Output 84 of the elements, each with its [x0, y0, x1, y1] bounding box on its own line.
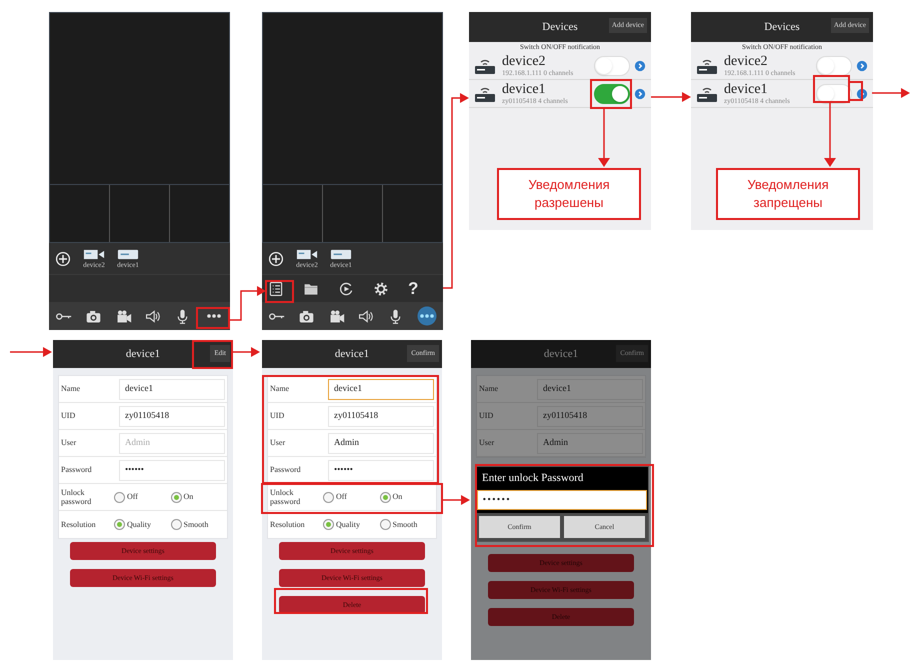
speaker-icon[interactable] [357, 308, 374, 324]
radio-button[interactable] [323, 519, 334, 530]
password-field[interactable]: •••••• [477, 490, 647, 510]
field-label: Password [269, 464, 302, 476]
radio-label: Off [336, 491, 347, 503]
input-field[interactable]: device1 [119, 378, 225, 400]
field-label: Name [60, 383, 82, 395]
arrow [233, 347, 260, 357]
device-name: device2 [502, 54, 547, 68]
radio-button[interactable] [380, 492, 390, 502]
screen-title: Devices [764, 20, 800, 35]
radio-label: Quality [336, 518, 360, 530]
callout-text: Уведомления разрешены [527, 176, 611, 212]
radio-label: On [184, 491, 194, 503]
input-field[interactable]: zy01105418 [328, 406, 434, 426]
video-camera-icon[interactable] [328, 308, 345, 324]
radio-button[interactable] [114, 519, 125, 530]
chevron-icon[interactable] [856, 60, 868, 72]
device-name: device1 [502, 82, 547, 96]
screen-title: device1 [544, 346, 578, 362]
chevron-icon[interactable] [634, 60, 646, 72]
field-label: User [269, 437, 286, 449]
input-field[interactable]: •••••• [328, 460, 434, 480]
field-label: User [478, 437, 496, 449]
recorder-icon[interactable] [330, 248, 352, 261]
recorder-icon[interactable] [117, 248, 139, 261]
radio-button[interactable] [114, 492, 125, 502]
help-icon[interactable]: ? [408, 280, 418, 297]
device-name: device1 [724, 82, 769, 96]
radio-label: On [392, 491, 402, 503]
device-name: device2 [724, 54, 769, 68]
add-icon[interactable] [268, 250, 284, 266]
input-field[interactable]: device1 [328, 378, 434, 400]
arrow [872, 88, 910, 98]
radio-label: Smooth [392, 518, 418, 530]
input-field[interactable]: zy01105418 [119, 406, 225, 426]
field-label: User [60, 437, 78, 449]
highlight-frame [192, 340, 233, 369]
notification-toggle[interactable] [594, 84, 630, 104]
chevron-icon[interactable] [856, 88, 868, 100]
arrow [442, 495, 470, 505]
radio-button[interactable] [170, 492, 182, 502]
field-label: UID [478, 410, 494, 422]
field-label: Name [478, 383, 500, 395]
input-field[interactable]: Admin [537, 432, 643, 454]
camera-icon[interactable] [83, 248, 105, 261]
callout-text: Уведомления запрещены [746, 176, 830, 212]
option-label: Unlock password [269, 488, 302, 506]
highlight-frame [265, 280, 294, 303]
field-label: Password [60, 464, 93, 476]
add-icon[interactable] [55, 250, 71, 266]
option-label: Resolution [60, 520, 97, 529]
radio-button[interactable] [323, 492, 334, 502]
radio-label: Quality [127, 518, 151, 530]
screen-title: device1 [334, 346, 370, 362]
option-label: Resolution [269, 520, 306, 529]
input-field[interactable]: •••••• [119, 460, 225, 480]
chevron-icon[interactable] [634, 88, 646, 100]
field-label: UID [60, 410, 76, 422]
video-camera-icon[interactable] [114, 308, 132, 324]
arrow [229, 286, 266, 321]
input-field[interactable]: zy01105418 [537, 406, 643, 426]
highlight-frame [590, 79, 632, 109]
dialog-title: Enter unlock Password [481, 471, 584, 486]
screen-title: device1 [126, 346, 160, 362]
input-field[interactable]: Admin [328, 432, 434, 454]
highlight-frame [196, 307, 230, 329]
playback-icon[interactable] [338, 280, 354, 296]
radio-label: Smooth [184, 518, 208, 530]
more-icon[interactable] [416, 306, 437, 326]
screen-title: Devices [542, 20, 578, 35]
camera-icon[interactable] [296, 248, 318, 261]
input-field[interactable]: device1 [537, 378, 643, 400]
field-label: UID [269, 410, 286, 422]
settings-icon[interactable] [373, 280, 389, 296]
option-label: Unlock password [60, 488, 92, 506]
radio-button[interactable] [170, 519, 182, 530]
field-label: Name [269, 383, 290, 395]
arrow [10, 347, 52, 357]
arrow [651, 92, 691, 102]
radio-button[interactable] [380, 519, 390, 530]
radio-label: Off [127, 491, 138, 503]
list-icon[interactable] [268, 280, 284, 296]
speaker-icon[interactable] [144, 308, 162, 324]
